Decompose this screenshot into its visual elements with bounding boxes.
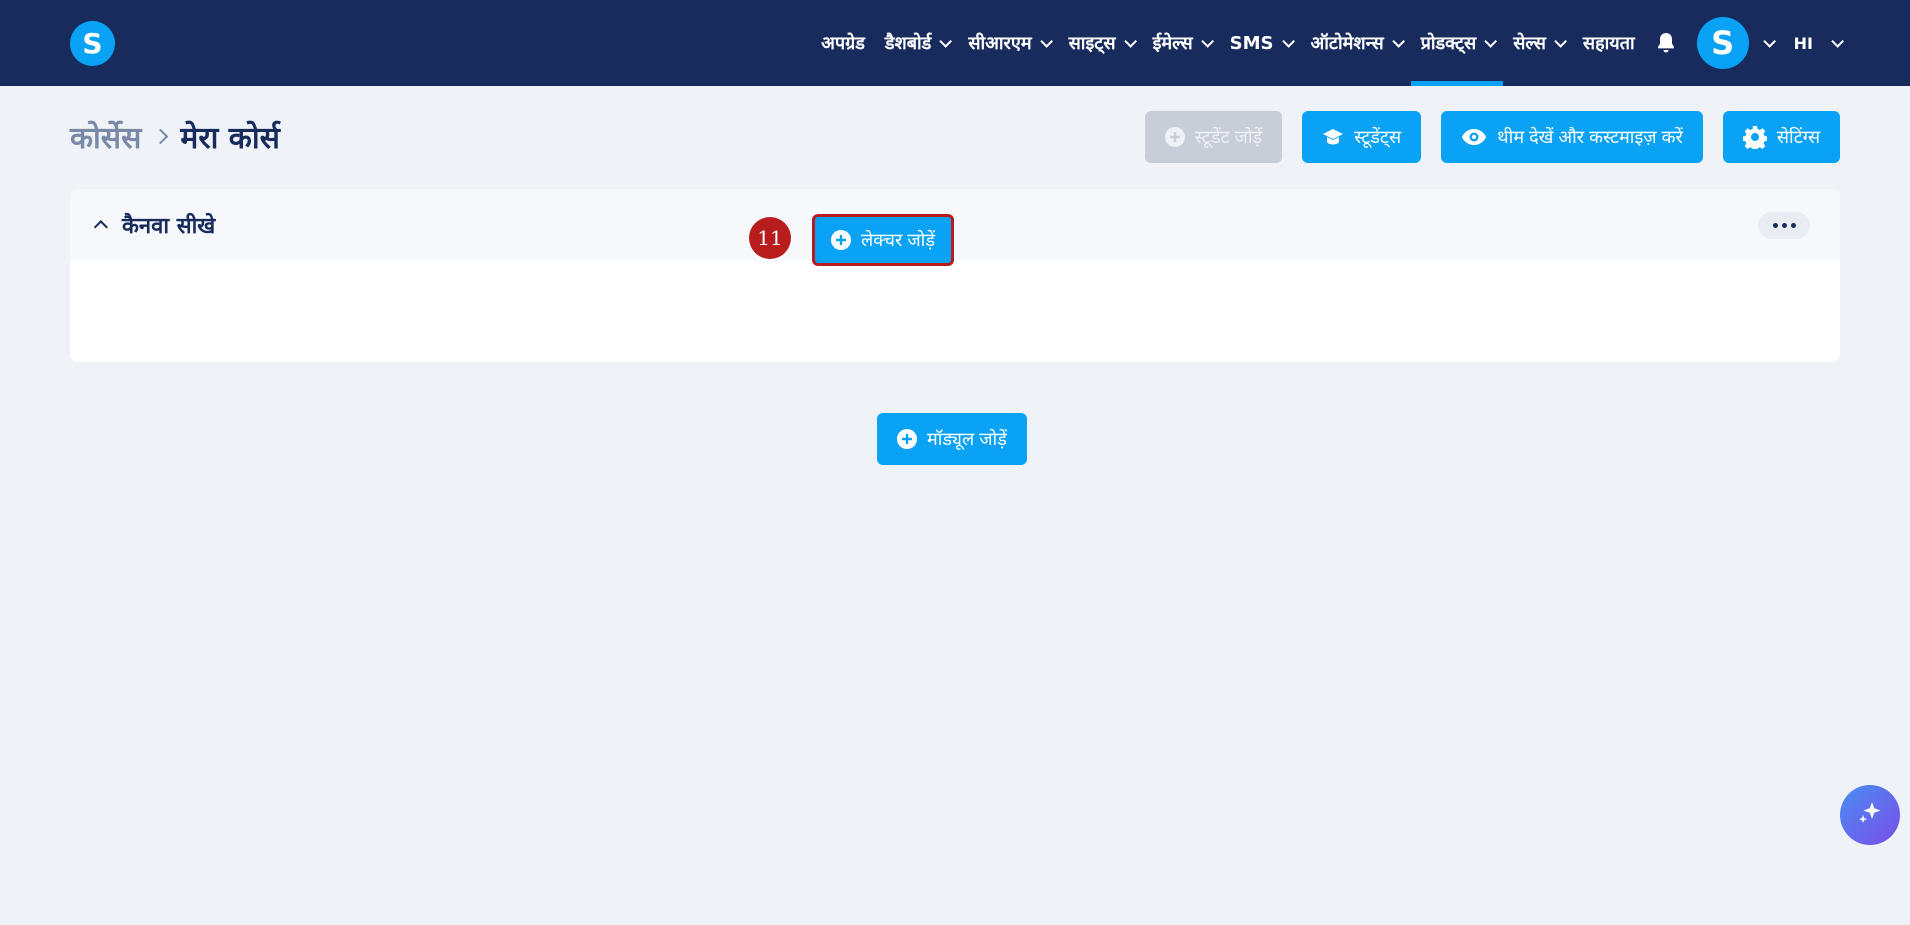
chevron-down-icon — [1123, 34, 1137, 48]
ai-assistant-button[interactable] — [1840, 785, 1900, 845]
add-lecture-label: लेक्चर जोड़ें — [861, 230, 935, 250]
nav-item-sales[interactable]: सेल्स — [1503, 0, 1573, 86]
view-theme-button[interactable]: थीम देखें और कस्टमाइज़ करें — [1441, 111, 1703, 163]
nav-item-automations[interactable]: ऑटोमेशन्स — [1301, 0, 1411, 86]
chevron-down-icon — [939, 34, 953, 48]
settings-button[interactable]: सेटिंग्स — [1722, 111, 1840, 163]
nav-item-crm[interactable]: सीआरएम — [958, 0, 1058, 86]
language-selector[interactable]: HI — [1784, 0, 1844, 86]
module-header[interactable]: कैनवा सीखे — [70, 189, 1840, 261]
nav-label: अपग्रेड — [821, 33, 865, 54]
add-student-button[interactable]: स्टूडेंट जोड़ें — [1144, 111, 1283, 163]
nav-label: SMS — [1229, 32, 1274, 54]
nav-label: ऑटोमेशन्स — [1310, 33, 1384, 54]
nav-label: साइट्स — [1068, 33, 1116, 54]
plus-circle-icon — [831, 230, 851, 250]
module-title: कैनवा सीखे — [122, 214, 216, 239]
language-label: HI — [1793, 33, 1813, 53]
students-button[interactable]: स्टूडेंट्स — [1302, 111, 1422, 163]
nav-item-dashboard[interactable]: डैशबोर्ड — [875, 0, 958, 86]
chevron-down-icon[interactable] — [1762, 34, 1776, 48]
chevron-down-icon — [1484, 34, 1498, 48]
more-options-button[interactable] — [1758, 212, 1810, 239]
nav-item-emails[interactable]: ईमेल्स — [1143, 0, 1220, 86]
page-title: मेरा कोर्स — [180, 121, 280, 156]
chevron-down-icon — [1200, 34, 1214, 48]
header-actions: स्टूडेंट जोड़ें स्टूडेंट्स थीम देखें और … — [1144, 111, 1840, 163]
add-module-button[interactable]: मॉड्यूल जोड़ें — [877, 413, 1027, 465]
nav-label: डैशबोर्ड — [884, 33, 932, 54]
students-label: स्टूडेंट्स — [1354, 127, 1402, 147]
main-nav: अपग्रेड डैशबोर्ड सीआरएम साइट्स ईमेल्स SM… — [811, 0, 1844, 86]
sparkle-icon — [1855, 798, 1885, 832]
add-student-label: स्टूडेंट जोड़ें — [1194, 127, 1263, 147]
nav-item-sms[interactable]: SMS — [1220, 0, 1301, 86]
nav-item-help[interactable]: सहायता — [1573, 0, 1645, 86]
chevron-up-icon[interactable] — [93, 220, 108, 235]
view-theme-label: थीम देखें और कस्टमाइज़ करें — [1497, 127, 1683, 147]
bell-icon[interactable] — [1655, 31, 1677, 55]
chevron-down-icon — [1039, 34, 1053, 48]
user-avatar[interactable]: S — [1696, 17, 1749, 69]
eye-icon — [1461, 128, 1487, 146]
chevron-down-icon — [1831, 34, 1844, 48]
chevron-down-icon — [1391, 34, 1405, 48]
nav-label: ईमेल्स — [1152, 33, 1193, 54]
nav-label: प्रोडक्ट्स — [1420, 33, 1477, 54]
nav-label: सीआरएम — [968, 33, 1032, 54]
nav-item-sites[interactable]: साइट्स — [1059, 0, 1143, 86]
module-card: कैनवा सीखे — [70, 189, 1840, 362]
chevron-down-icon — [1281, 34, 1295, 48]
add-lecture-button[interactable]: लेक्चर जोड़ें — [812, 214, 954, 266]
chevron-down-icon — [1554, 34, 1567, 48]
add-module-label: मॉड्यूल जोड़ें — [927, 429, 1007, 449]
nav-label: सेल्स — [1513, 33, 1546, 54]
brand-logo[interactable]: S — [70, 21, 115, 66]
breadcrumb: कोर्सेस मेरा कोर्स — [70, 116, 280, 157]
chevron-right-icon — [153, 128, 169, 145]
breadcrumb-courses-link[interactable]: कोर्सेस — [70, 116, 141, 157]
gear-icon — [1742, 125, 1767, 149]
nav-label: सहायता — [1582, 33, 1635, 54]
graduation-cap-icon — [1322, 127, 1344, 147]
nav-item-upgrade[interactable]: अपग्रेड — [811, 0, 875, 86]
top-navbar: S अपग्रेड डैशबोर्ड सीआरएम साइट्स ईमेल्स … — [0, 0, 1910, 86]
step-marker-badge: 11 — [749, 217, 791, 259]
settings-label: सेटिंग्स — [1776, 127, 1820, 147]
nav-item-products[interactable]: प्रोडक्ट्स — [1410, 0, 1504, 86]
plus-circle-icon — [897, 429, 917, 449]
plus-circle-icon — [1164, 127, 1185, 147]
